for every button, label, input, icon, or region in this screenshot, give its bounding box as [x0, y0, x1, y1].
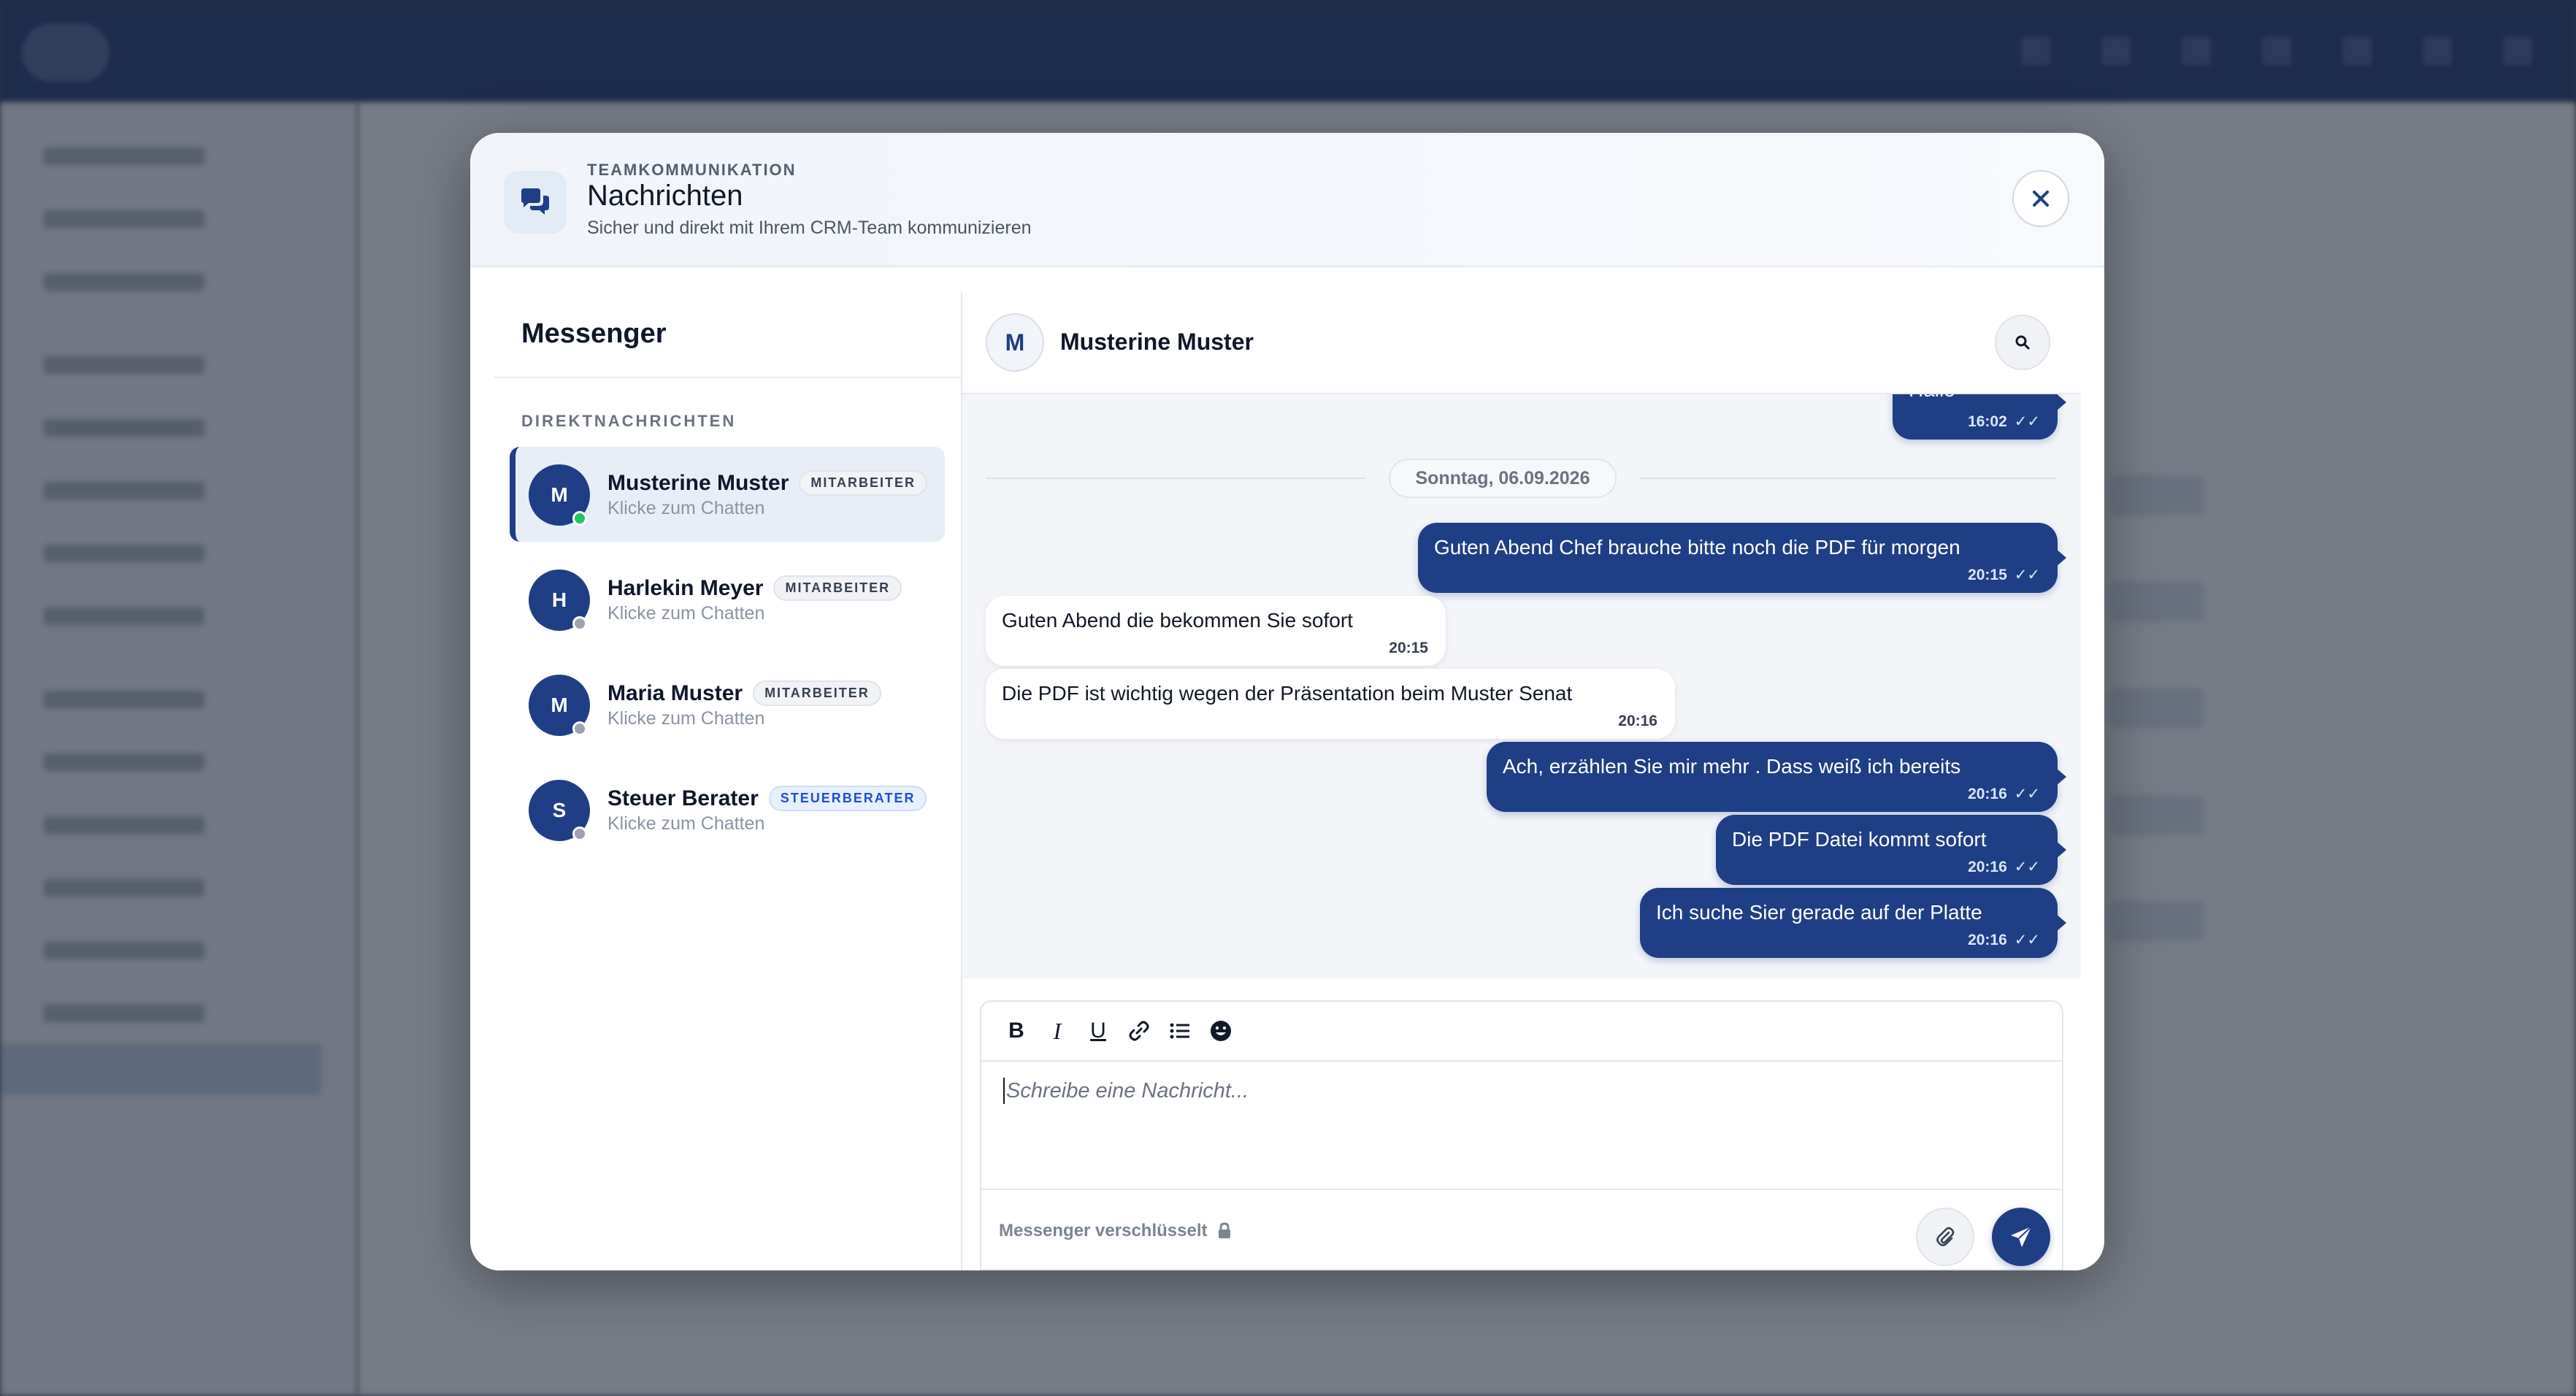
contact-name: Musterine Muster: [607, 471, 789, 495]
divider: [494, 377, 961, 378]
paperclip-icon: [1936, 1227, 1955, 1246]
read-checkmarks-icon: ✓✓: [2014, 413, 2040, 430]
close-icon: [2033, 191, 2049, 207]
underline-button[interactable]: U: [1085, 1018, 1111, 1044]
contact-name: Harlekin Meyer: [607, 576, 764, 600]
contact-name: Steuer Berater: [607, 786, 759, 810]
message-bubble-outgoing: Hallo 16:02 ✓✓: [1893, 394, 2066, 440]
chat-panel: M Musterine Muster Hallo 16:02 ✓✓ Sonntag…: [962, 292, 2081, 1270]
offline-status-dot: [572, 616, 587, 631]
read-checkmarks-icon: ✓✓: [2014, 859, 2040, 875]
role-badge: MITARBEITER: [753, 680, 881, 706]
message-bubble-outgoing: Ach, erzählen Sie mir mehr . Dass weiß i…: [1487, 742, 2066, 812]
message-bubble-incoming: Guten Abend die bekommen Sie sofort 20:1…: [986, 596, 1446, 666]
messenger-body: Messenger DIREKTNACHRICHTEN M Musterine …: [494, 292, 2081, 1270]
message-composer: B I U Schreibe eine Nachricht... Messeng…: [980, 1000, 2063, 1270]
read-checkmarks-icon: ✓✓: [2014, 932, 2040, 948]
messenger-title: Messenger: [521, 318, 667, 349]
message-text: Guten Abend die bekommen Sie sofort: [1002, 609, 1353, 632]
emoji-button[interactable]: [1208, 1018, 1234, 1044]
italic-icon: I: [1053, 1017, 1062, 1044]
contact-item-musterine-muster[interactable]: M Musterine Muster MITARBEITER Klicke zum…: [510, 447, 945, 542]
message-time: 20:15: [1389, 640, 1428, 656]
lock-icon: [1219, 1222, 1231, 1238]
message-bubble-outgoing: Ich suche Sier gerade auf der Platte 20:…: [1640, 888, 2066, 958]
date-divider: Sonntag, 06.09.2026: [1389, 459, 1617, 498]
avatar: M: [986, 313, 1044, 372]
link-button[interactable]: [1126, 1018, 1152, 1044]
contact-item-steuer-berater[interactable]: S Steuer Berater STEUERBERATER Klicke zum…: [510, 762, 945, 857]
italic-button[interactable]: I: [1044, 1018, 1070, 1044]
message-time: 20:16: [1968, 858, 2007, 875]
message-text: Die PDF Datei kommt sofort: [1732, 828, 1987, 851]
list-icon: [1170, 1023, 1189, 1039]
message-text: Ich suche Sier gerade auf der Platte: [1656, 901, 1982, 924]
contact-hint: Klicke zum Chatten: [607, 498, 765, 518]
messages-modal: TEAMKOMMUNIKATION Nachrichten Sicher und…: [470, 133, 2104, 1270]
send-button[interactable]: [1992, 1208, 2050, 1266]
contact-hint: Klicke zum Chatten: [607, 603, 765, 624]
message-text: Die PDF ist wichtig wegen der Präsentati…: [1002, 682, 1573, 705]
message-bubble-outgoing: Guten Abend Chef brauche bitte noch die …: [1418, 523, 2066, 593]
message-text: Hallo: [1909, 394, 1955, 401]
divider: [986, 478, 1365, 479]
online-status-dot: [572, 511, 587, 526]
contact-hint: Klicke zum Chatten: [607, 813, 765, 834]
bold-button[interactable]: B: [1003, 1018, 1030, 1044]
message-time: 20:16: [1968, 931, 2007, 948]
role-badge: STEUERBERATER: [768, 786, 927, 811]
message-text: Ach, erzählen Sie mir mehr . Dass weiß i…: [1503, 755, 1961, 778]
message-bubble-incoming: Die PDF ist wichtig wegen der Präsentati…: [986, 669, 1675, 739]
offline-status-dot: [572, 721, 587, 736]
send-icon: [2011, 1226, 2032, 1247]
role-badge: MITARBEITER: [773, 575, 902, 601]
formatting-toolbar: B I U: [981, 1002, 2062, 1062]
contact-item-harlekin-meyer[interactable]: H Harlekin Meyer MITARBEITER Klicke zum C…: [510, 552, 945, 647]
modal-kicker: TEAMKOMMUNIKATION: [587, 161, 797, 179]
list-button[interactable]: [1167, 1018, 1193, 1044]
contacts-panel: Messenger DIREKTNACHRICHTEN M Musterine …: [494, 292, 962, 1270]
divider: [981, 1189, 2062, 1190]
underline-icon: U: [1090, 1019, 1106, 1043]
message-time: 20:16: [1968, 785, 2007, 802]
modal-subtitle: Sicher und direkt mit Ihrem CRM-Team kom…: [587, 218, 1032, 238]
offline-status-dot: [572, 827, 587, 841]
close-button[interactable]: [2012, 170, 2069, 227]
message-bubble-outgoing: Die PDF Datei kommt sofort 20:16 ✓✓: [1716, 815, 2066, 885]
read-checkmarks-icon: ✓✓: [2014, 786, 2040, 802]
message-text: Guten Abend Chef brauche bitte noch die …: [1434, 536, 1960, 559]
divider: [1640, 478, 2056, 479]
contact-item-maria-muster[interactable]: M Maria Muster MITARBEITER Klicke zum Cha…: [510, 657, 945, 752]
encryption-note: Messenger verschlüsselt: [999, 1221, 1232, 1241]
contact-name: Maria Muster: [607, 681, 743, 705]
section-label-direct-messages: DIREKTNACHRICHTEN: [521, 412, 737, 430]
read-checkmarks-icon: ✓✓: [2014, 567, 2040, 583]
search-icon: [2015, 335, 2030, 350]
chat-bubbles-icon: [504, 171, 567, 234]
chat-partner-name: Musterine Muster: [1060, 329, 1254, 355]
message-time: 20:16: [1618, 713, 1657, 729]
role-badge: MITARBEITER: [799, 470, 928, 496]
modal-header: TEAMKOMMUNIKATION Nachrichten Sicher und…: [470, 133, 2104, 267]
search-button[interactable]: [1995, 315, 2050, 370]
message-list[interactable]: Hallo 16:02 ✓✓ Sonntag, 06.09.2026 Guten …: [962, 394, 2081, 978]
bold-icon: B: [1008, 1019, 1024, 1043]
contact-hint: Klicke zum Chatten: [607, 708, 765, 729]
encryption-label: Messenger verschlüsselt: [999, 1221, 1208, 1240]
message-time: 16:02: [1968, 413, 2007, 430]
emoji-icon: [1211, 1021, 1231, 1041]
modal-title: Nachrichten: [587, 180, 743, 212]
link-icon: [1129, 1021, 1149, 1041]
chat-header: M Musterine Muster: [962, 292, 2081, 394]
attach-file-button[interactable]: [1916, 1208, 1974, 1266]
message-time: 20:15: [1968, 566, 2007, 583]
message-input[interactable]: Schreibe eine Nachricht...: [1003, 1078, 2028, 1104]
